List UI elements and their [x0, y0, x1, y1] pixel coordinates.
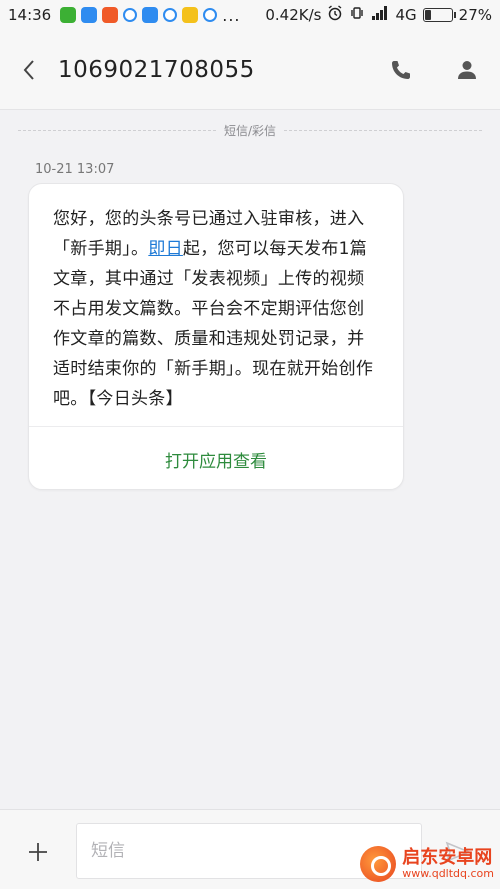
battery-icon — [422, 8, 456, 22]
watermark-title: 启东安卓网 — [402, 847, 493, 869]
separator-label: 短信/彩信 — [223, 123, 277, 138]
message-text-part: 起，您可以每天发布1篇文章，其中通过「发表视频」上传的视频不占用发文篇数。平台会… — [53, 239, 374, 409]
back-button[interactable] — [0, 30, 58, 110]
header-actions — [368, 30, 500, 110]
watermark-text: 启东安卓网 www.qdltdq.com — [402, 848, 494, 880]
shield-notification-icon — [102, 7, 119, 23]
status-right: 0.42K/s 4G 27% — [265, 5, 492, 25]
message-timestamp: 10-21 13:07 — [35, 162, 115, 177]
status-left: 14:36 ... — [8, 6, 241, 25]
more-notifications-icon: ... — [222, 5, 241, 25]
battery-percent: 27% — [458, 6, 492, 24]
plus-icon — [29, 843, 47, 861]
attach-button[interactable] — [18, 832, 58, 872]
video-notification-icon — [163, 8, 178, 22]
app-notification-icon — [142, 7, 159, 23]
wechat-notification-icon — [60, 7, 77, 23]
conversation-header: 1069021708055 — [0, 30, 500, 110]
network-type: 4G — [395, 6, 417, 24]
back-arrow-icon — [23, 59, 34, 80]
message-bubble[interactable]: 您好，您的头条号已通过入驻审核，进入「新手期」。即日起，您可以每天发布1篇文章，… — [28, 183, 404, 490]
call-button[interactable] — [368, 30, 434, 110]
separator-line — [284, 129, 483, 131]
status-time: 14:36 — [8, 6, 52, 24]
alarm-icon — [327, 5, 343, 25]
phone-icon — [392, 60, 410, 79]
network-speed: 0.42K/s — [265, 6, 322, 24]
vibrate-icon — [349, 5, 365, 25]
message-text: 您好，您的头条号已通过入驻审核，进入「新手期」。即日起，您可以每天发布1篇文章，… — [29, 184, 403, 426]
person-icon — [458, 60, 476, 79]
watermark-logo-icon — [360, 846, 397, 882]
video-notification-icon — [123, 8, 138, 22]
contact-number: 1069021708055 — [58, 56, 255, 83]
status-bar: 14:36 ... 0.42K/s 4G 27% — [0, 0, 500, 30]
message-type-separator: 短信/彩信 — [18, 123, 483, 138]
battery-fill — [424, 10, 432, 20]
watermark: 启东安卓网 www.qdltdq.com — [360, 842, 494, 886]
video-notification-icon — [203, 8, 218, 22]
contact-details-button[interactable] — [434, 30, 500, 110]
separator-line — [18, 129, 216, 131]
app-notification-icon — [81, 7, 98, 23]
watermark-url: www.qdltdq.com — [402, 866, 494, 880]
app-notification-icon — [182, 7, 199, 23]
signal-icon — [371, 5, 389, 25]
date-link[interactable]: 即日 — [148, 239, 183, 259]
open-app-button[interactable]: 打开应用查看 — [29, 427, 403, 491]
